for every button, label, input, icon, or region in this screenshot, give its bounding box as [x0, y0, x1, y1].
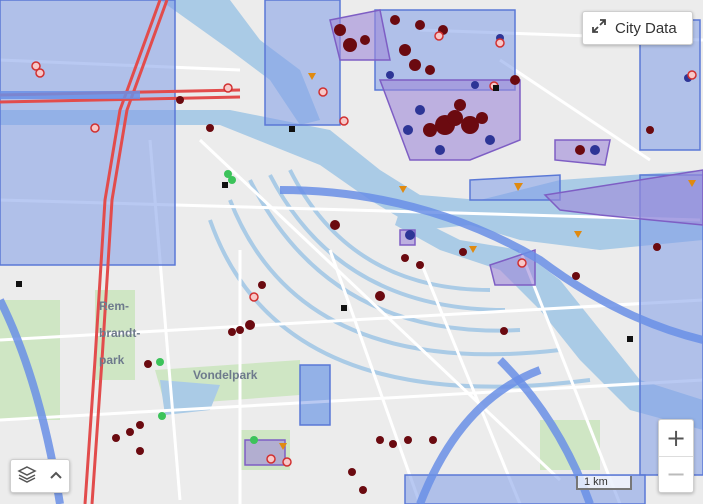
map-canvas[interactable]: Rem- brandt- park Vondelpark City Data +… — [0, 0, 703, 504]
zoom-out-button[interactable]: − — [659, 457, 693, 493]
layers-icon — [17, 465, 37, 488]
city-data-label: City Data — [615, 19, 677, 37]
expand-arrows-icon — [591, 18, 607, 39]
scale-bar: 1 km — [576, 476, 632, 490]
layers-toggle-button[interactable] — [10, 459, 70, 493]
chevron-up-icon — [49, 467, 63, 485]
map-base-layer — [0, 0, 703, 504]
place-label-rembrandt-1: Rem- — [99, 299, 130, 313]
city-data-button[interactable]: City Data — [582, 11, 693, 45]
zoom-control: + − — [658, 419, 694, 493]
place-label-vondelpark: Vondelpark — [193, 368, 258, 382]
place-label-rembrandt-2: brandt- — [99, 326, 141, 340]
zoom-in-button[interactable]: + — [659, 420, 693, 457]
place-label-rembrandt-3: park — [99, 353, 125, 367]
